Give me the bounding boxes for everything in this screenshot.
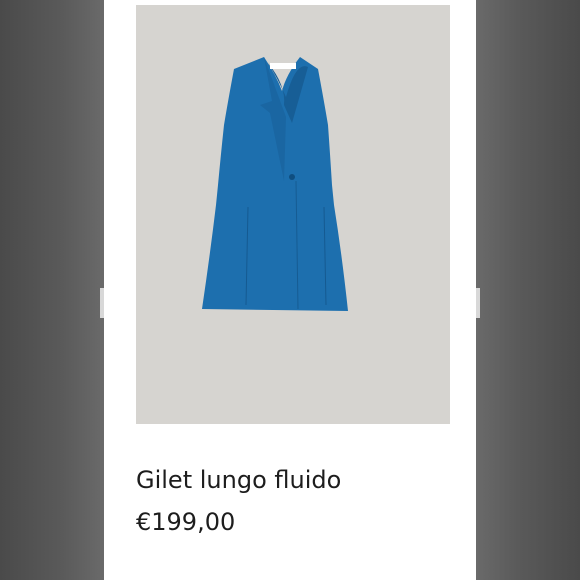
background-left-blur — [0, 0, 104, 580]
product-price: €199,00 — [136, 508, 236, 536]
product-title[interactable]: Gilet lungo fluido — [136, 466, 341, 494]
product-card[interactable]: Gilet lungo fluido €199,00 — [104, 0, 476, 580]
vest-label — [270, 63, 296, 69]
product-image[interactable] — [136, 5, 450, 424]
carousel-edge-right — [476, 288, 480, 318]
background-right-blur — [476, 0, 580, 580]
vest-button-icon — [289, 174, 295, 180]
vest-illustration — [202, 57, 348, 311]
